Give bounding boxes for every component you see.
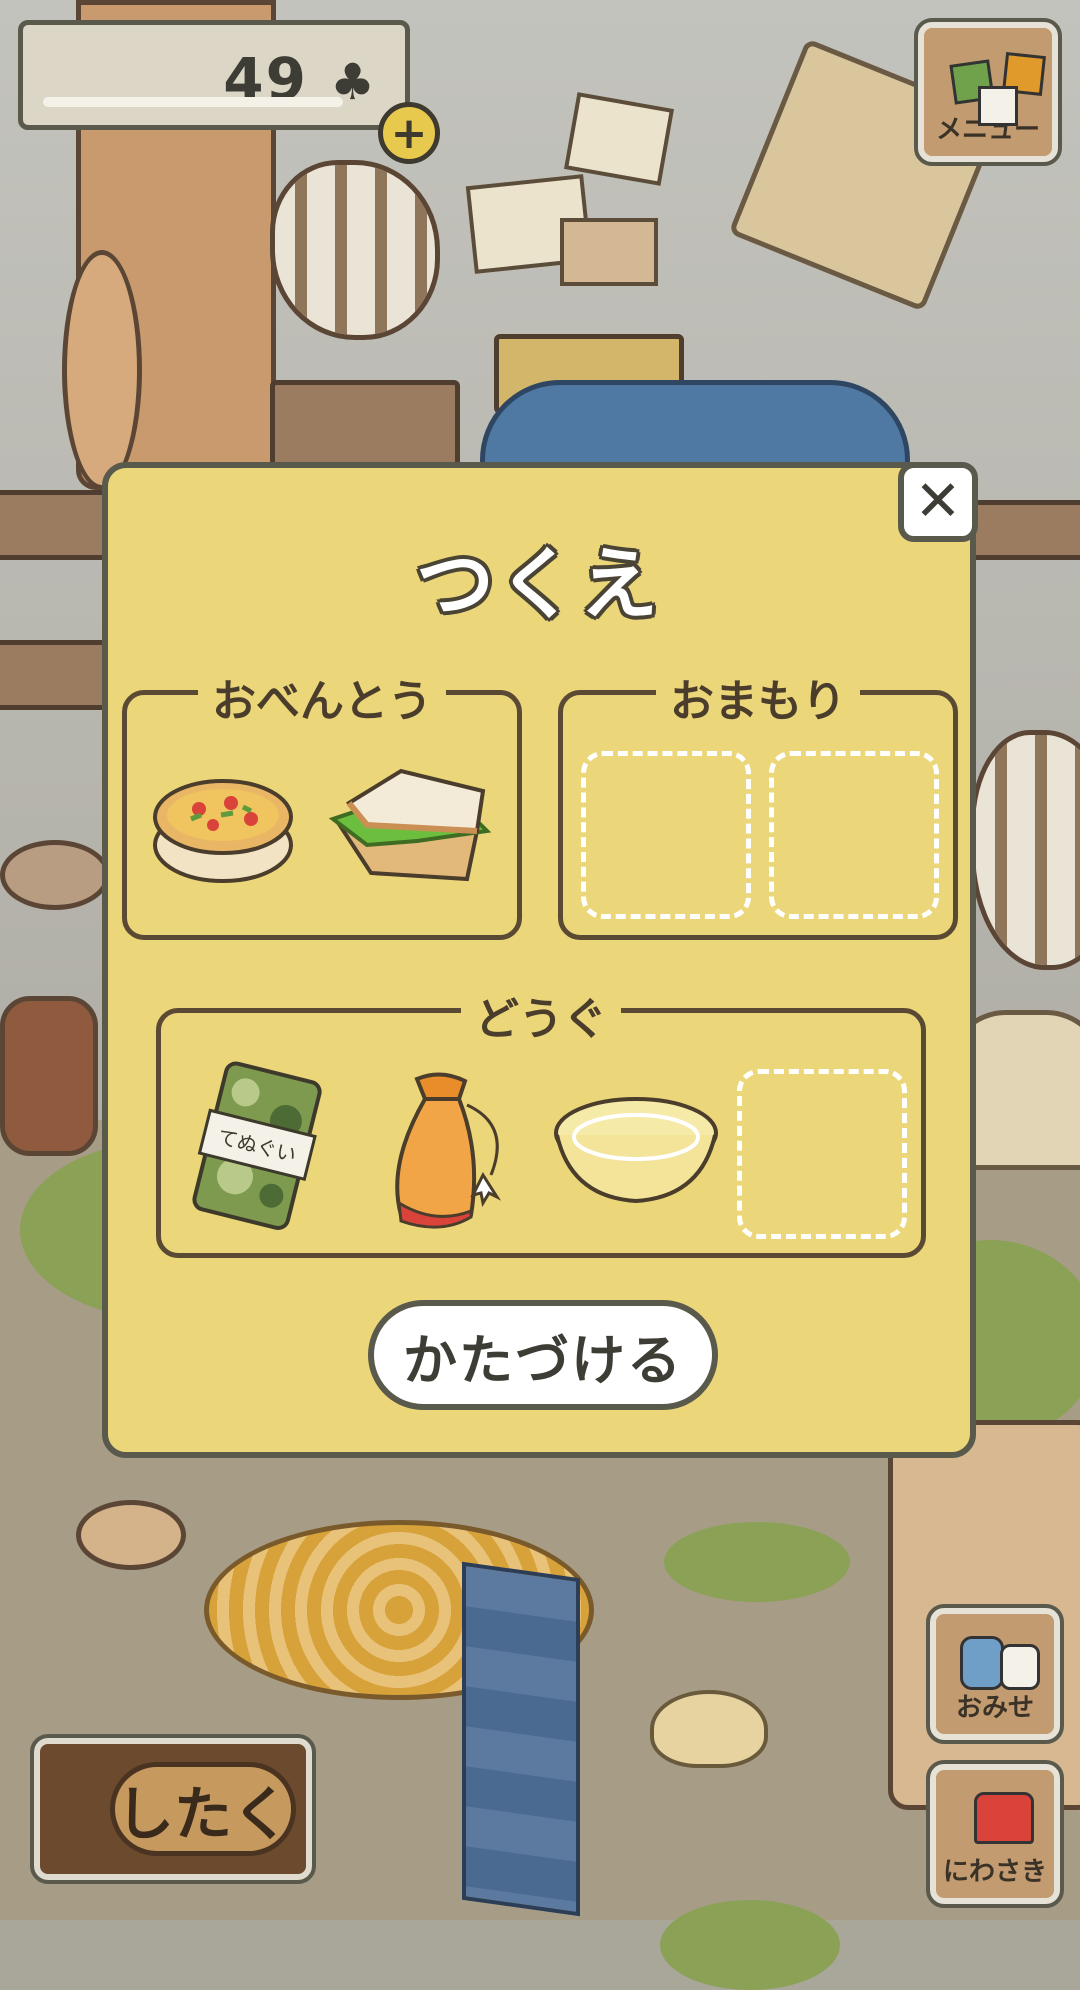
dialog-title: つくえ (415, 540, 662, 630)
grass-patch (660, 1900, 840, 1990)
charm-section: おまもり (558, 665, 958, 940)
tool-slot-empty[interactable] (737, 1069, 907, 1239)
tools-section-label: どうぐ (461, 983, 621, 1047)
shop-button[interactable]: おみせ (926, 1604, 1064, 1744)
plus-icon: + (390, 107, 428, 159)
shelf (970, 500, 1080, 560)
wooden-plank (62, 250, 142, 490)
stool (270, 380, 460, 470)
charm-section-label: おまもり (656, 665, 860, 729)
tools-section: どうぐ てぬぐい (156, 983, 926, 1258)
desk-dialog: つくえ おべんとう おまもり どうぐ てぬぐい かたづける (102, 462, 976, 1458)
counter-underline (43, 97, 343, 107)
orange-bag-icon[interactable] (371, 1065, 521, 1239)
shelf (0, 490, 110, 560)
prepare-button[interactable]: したく (30, 1734, 316, 1884)
lamp (650, 1690, 768, 1768)
shop-label: おみせ (955, 1693, 1034, 1723)
pinned-note (563, 92, 675, 186)
put-away-label: かたづける (403, 1328, 683, 1392)
put-away-button[interactable]: かたづける (368, 1300, 718, 1410)
yard-label: にわさき (942, 1857, 1047, 1887)
lunch-section-label: おべんとう (198, 665, 446, 729)
charm-slot-empty[interactable] (581, 751, 751, 919)
mailbox-icon (974, 1792, 1034, 1844)
lunch-section: おべんとう (122, 665, 522, 940)
stump (76, 1500, 186, 1570)
yard-button[interactable]: にわさき (926, 1760, 1064, 1908)
add-clover-button[interactable]: + (378, 102, 440, 164)
shop-icon (1000, 1644, 1040, 1690)
glass-bowl-icon[interactable] (551, 1093, 721, 1217)
menu-button[interactable]: メニュー (914, 18, 1062, 166)
shop-icon (960, 1636, 1004, 1690)
quiche-icon[interactable] (151, 775, 295, 889)
pinned-note (560, 218, 658, 286)
shelf (0, 640, 110, 710)
menu-icon (978, 86, 1018, 126)
window (270, 160, 440, 340)
sandwich-icon[interactable] (327, 761, 497, 895)
close-icon: ✕ (914, 469, 962, 534)
grass-patch (664, 1522, 850, 1602)
close-button[interactable]: ✕ (898, 462, 978, 542)
jar (0, 996, 98, 1156)
charm-slot-empty[interactable] (769, 751, 939, 919)
mushroom-shelf (0, 840, 110, 910)
folding-screen (462, 1561, 580, 1917)
clover-counter: 49 ♣ (18, 20, 410, 130)
prepare-button-label: したく (110, 1762, 296, 1856)
camo-tenugui-icon[interactable]: てぬぐい (183, 1061, 333, 1235)
